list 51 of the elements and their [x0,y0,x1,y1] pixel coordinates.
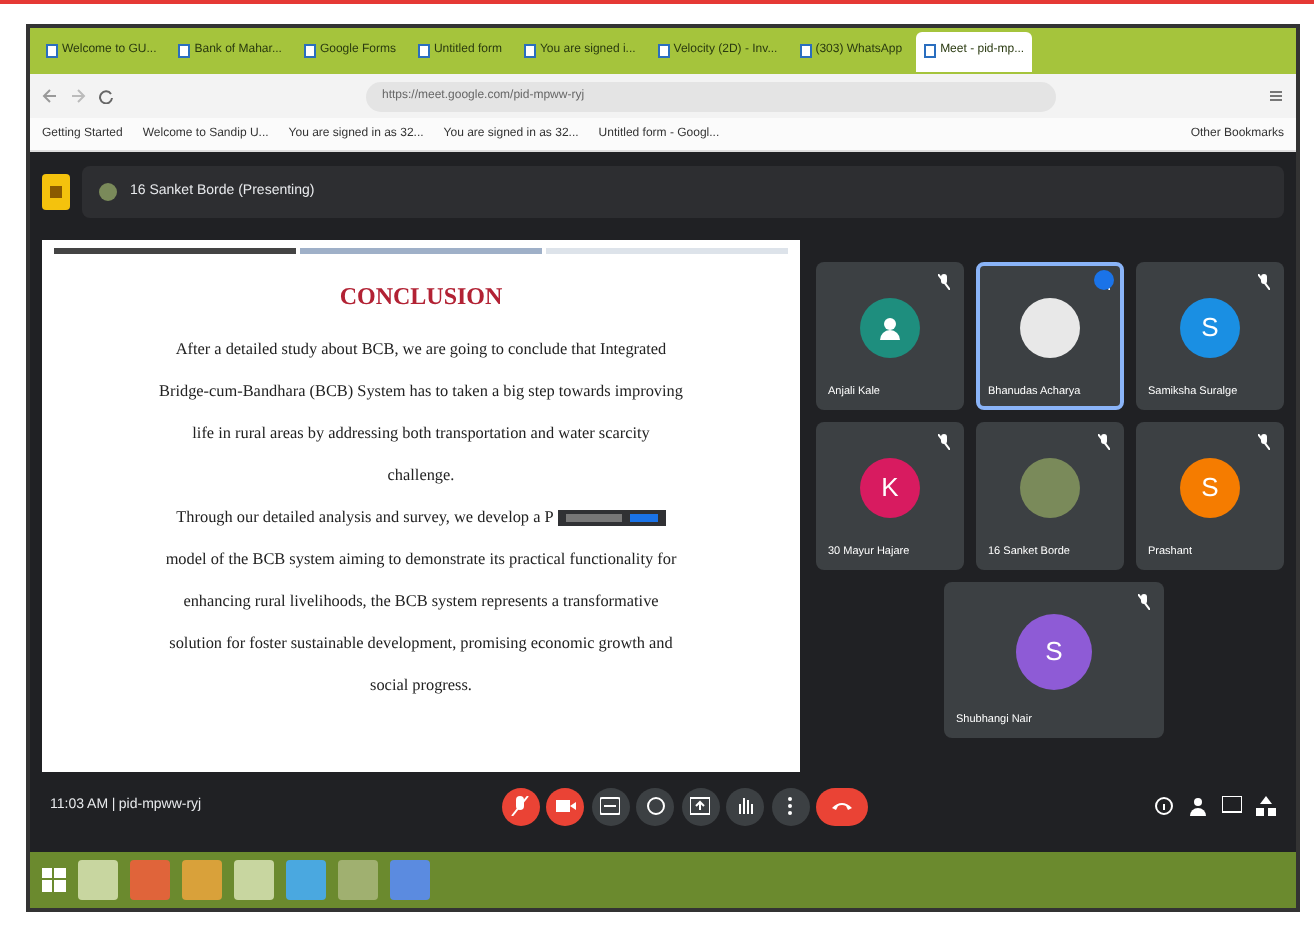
chat-icon[interactable] [1222,796,1242,816]
presentation-icon [42,174,70,210]
avatar-circle: K [860,458,920,518]
call-control-button[interactable] [591,787,630,825]
call-control-button[interactable] [726,787,765,825]
activities-icon[interactable] [1256,796,1276,816]
back-icon[interactable] [42,88,58,104]
page-icon [417,44,430,58]
muted-mic-icon [1258,434,1270,450]
muted-mic-icon [938,274,950,290]
muted-mic-icon [1258,274,1270,290]
slide-text-line: enhancing rural livelihoods, the BCB system represents a transformative [183,590,659,614]
present-icon [690,796,711,816]
page-icon [303,44,316,58]
slide-text-line: After a detailed study about BCB, we are going to conclude that Integrated [175,338,667,362]
slide-text-line: life in rural areas by addressing both transportation and water scarcity [192,422,650,446]
slide-title: CONCLUSION [339,280,503,314]
page-icon [657,44,670,58]
slide-text-line: solution for foster sustainable development, promising economic growth and [169,632,673,656]
slide-text-line: challenge. [387,464,455,488]
slide-text-line: Bridge-cum-Bandhara (BCB) System has to taken a big step towards improving [159,380,683,404]
call-control-button[interactable] [681,787,720,825]
popup-bar-drawing [565,513,658,521]
avatar-circle: S [1180,298,1240,358]
call-control-button[interactable] [501,787,540,825]
microphone-off-icon [510,796,531,816]
person-icon [878,316,902,340]
windows-logo-icon[interactable] [42,868,66,892]
muted-mic-icon [1098,434,1110,450]
menu-icon[interactable] [1268,88,1284,104]
page-icon [46,44,58,58]
avatar-circle: S [1180,458,1240,518]
slide-text-line: Through our detailed analysis and survey, we develop a P [176,506,554,530]
page-icon [799,44,812,58]
call-control-button[interactable] [546,787,585,825]
slide-text-line: social progress. [370,674,472,698]
reload-icon[interactable] [98,88,114,104]
page-icon [924,44,937,58]
people-icon[interactable] [1188,796,1208,816]
call-control-button[interactable] [636,787,675,825]
muted-mic-icon [1138,594,1150,610]
call-control-button[interactable] [771,787,810,825]
info-icon[interactable] [1154,796,1174,816]
avatar-circle: S [1016,614,1092,690]
camera-off-icon [555,796,576,816]
page-icon [523,44,536,58]
page-icon [178,44,191,58]
captions-icon [600,796,621,816]
muted-mic-icon [938,434,950,450]
leave-call-button[interactable] [816,787,869,825]
slide-text-line: model of the BCB system aiming to demonstrate its practical functionality for [165,548,677,572]
